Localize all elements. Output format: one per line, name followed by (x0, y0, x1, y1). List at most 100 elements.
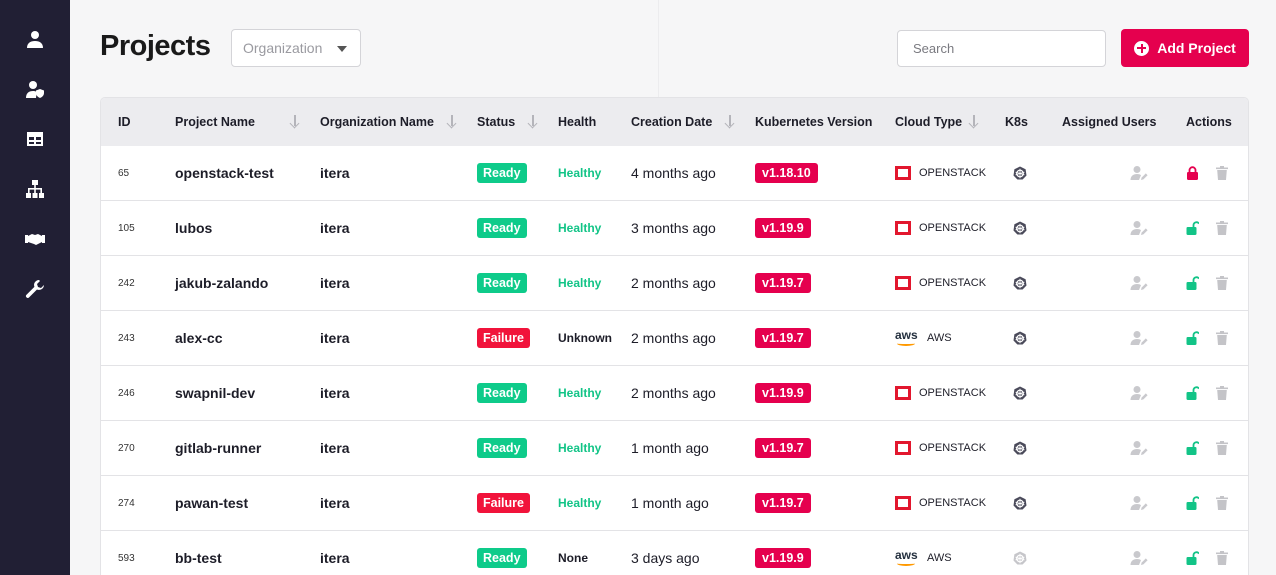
add-project-button[interactable]: Add Project (1121, 29, 1249, 67)
trash-icon[interactable] (1216, 496, 1228, 510)
sidebar-item-settings[interactable] (20, 274, 50, 304)
project-id: 593 (118, 552, 135, 564)
trash-icon[interactable] (1216, 221, 1228, 235)
search-input[interactable] (897, 30, 1106, 67)
openstack-icon (895, 386, 911, 400)
status-badge: Ready (477, 438, 527, 458)
openstack-icon (895, 166, 911, 180)
column-header-k8s[interactable]: K8s (1005, 115, 1028, 129)
project-id: 242 (118, 277, 135, 289)
unlock-icon[interactable] (1186, 386, 1200, 400)
column-header-kubernetes-version[interactable]: Kubernetes Version (755, 115, 872, 129)
table-row[interactable]: 243 alex-cc itera Failure Unknown 2 months ag… (101, 311, 1248, 366)
project-name[interactable]: openstack-test (175, 146, 274, 200)
kubernetes-icon (1013, 441, 1027, 455)
health-status: Healthy (558, 496, 602, 510)
lock-icon[interactable] (1186, 166, 1199, 180)
status-cell: Failure (477, 311, 530, 365)
unlock-icon[interactable] (1186, 331, 1200, 345)
k8s-cell (1013, 366, 1027, 420)
sort-arrow-icon[interactable] (968, 114, 980, 128)
unlock-icon[interactable] (1186, 221, 1200, 235)
unlock-icon[interactable] (1186, 441, 1200, 455)
wrench-icon (25, 280, 44, 298)
k8s-cell (1013, 531, 1027, 575)
project-name[interactable]: lubos (175, 201, 212, 255)
trash-icon[interactable] (1216, 441, 1228, 455)
openstack-icon (895, 221, 911, 235)
lock-cell (1186, 201, 1200, 255)
sort-arrow-icon[interactable] (724, 114, 736, 128)
unlock-icon[interactable] (1186, 496, 1200, 510)
trash-icon[interactable] (1216, 551, 1228, 565)
sidebar-item-organizations[interactable] (20, 174, 50, 204)
cloud-type-label: OPENSTACK (919, 277, 987, 289)
creation-date: 3 months ago (631, 220, 716, 236)
sort-arrow-icon[interactable] (289, 114, 301, 128)
unlock-icon[interactable] (1186, 551, 1200, 565)
cloud-type-label: OPENSTACK (919, 387, 987, 399)
status-badge: Ready (477, 273, 527, 293)
delete-cell (1216, 366, 1228, 420)
column-header-health[interactable]: Health (558, 115, 596, 129)
user-edit-icon[interactable] (1130, 495, 1148, 511)
plus-circle-icon (1134, 40, 1150, 56)
column-header-id[interactable]: ID (118, 115, 131, 129)
sidebar-item-user-roles[interactable] (20, 74, 50, 104)
project-name[interactable]: gitlab-runner (175, 421, 261, 475)
project-id: 105 (118, 222, 135, 234)
creation-date: 2 months ago (631, 385, 716, 401)
creation-date: 1 month ago (631, 440, 709, 456)
trash-icon[interactable] (1216, 276, 1228, 290)
organization-name: itera (320, 550, 350, 566)
project-name[interactable]: bb-test (175, 531, 222, 575)
column-header-status[interactable]: Status (477, 115, 515, 129)
table-row[interactable]: 105 lubos itera Ready Healthy 3 months ago v1.… (101, 201, 1248, 256)
column-header-assigned-users[interactable]: Assigned Users (1062, 115, 1156, 129)
lock-cell (1186, 146, 1199, 200)
assigned-users-cell (1130, 256, 1148, 310)
user-edit-icon[interactable] (1130, 275, 1148, 291)
user-edit-icon[interactable] (1130, 440, 1148, 456)
table-row[interactable]: 242 jakub-zalando itera Ready Healthy 2 month… (101, 256, 1248, 311)
trash-icon[interactable] (1216, 386, 1228, 400)
openstack-icon (895, 441, 911, 455)
lock-cell (1186, 311, 1200, 365)
project-name[interactable]: jakub-zalando (175, 256, 268, 310)
user-edit-icon[interactable] (1130, 385, 1148, 401)
table-row[interactable]: 593 bb-test itera Ready None 3 days ago v1.19.… (101, 531, 1248, 575)
project-name[interactable]: pawan-test (175, 476, 248, 530)
k8s-version-badge: v1.19.7 (755, 273, 811, 293)
table-row[interactable]: 274 pawan-test itera Failure Healthy 1 month … (101, 476, 1248, 531)
lock-cell (1186, 476, 1200, 530)
sidebar-item-tables[interactable] (20, 124, 50, 154)
page-title: Projects (100, 30, 211, 62)
user-edit-icon[interactable] (1130, 165, 1148, 181)
user-edit-icon[interactable] (1130, 220, 1148, 236)
sidebar (0, 0, 70, 575)
sidebar-item-users[interactable] (20, 24, 50, 54)
sort-arrow-icon[interactable] (446, 114, 458, 128)
table-row[interactable]: 270 gitlab-runner itera Ready Healthy 1 month… (101, 421, 1248, 476)
column-header-creation-date[interactable]: Creation Date (631, 115, 712, 129)
kubernetes-icon (1013, 276, 1027, 290)
user-edit-icon[interactable] (1130, 330, 1148, 346)
add-project-label: Add Project (1157, 40, 1236, 56)
column-header-cloud-type[interactable]: Cloud Type (895, 115, 962, 129)
project-name[interactable]: alex-cc (175, 311, 222, 365)
sort-arrow-icon[interactable] (527, 114, 539, 128)
column-header-project-name[interactable]: Project Name (175, 115, 255, 129)
table-row[interactable]: 246 swapnil-dev itera Ready Healthy 2 months … (101, 366, 1248, 421)
table-row[interactable]: 65 openstack-test itera Ready Healthy 4 month… (101, 146, 1248, 201)
project-id: 65 (118, 167, 130, 179)
assigned-users-cell (1130, 421, 1148, 475)
unlock-icon[interactable] (1186, 276, 1200, 290)
trash-icon[interactable] (1216, 331, 1228, 345)
sidebar-item-partners[interactable] (20, 224, 50, 254)
user-edit-icon[interactable] (1130, 550, 1148, 566)
trash-icon[interactable] (1216, 166, 1228, 180)
organization-select[interactable]: Organization (231, 29, 361, 67)
project-name[interactable]: swapnil-dev (175, 366, 255, 420)
column-header-organization-name[interactable]: Organization Name (320, 115, 434, 129)
assigned-users-cell (1130, 366, 1148, 420)
